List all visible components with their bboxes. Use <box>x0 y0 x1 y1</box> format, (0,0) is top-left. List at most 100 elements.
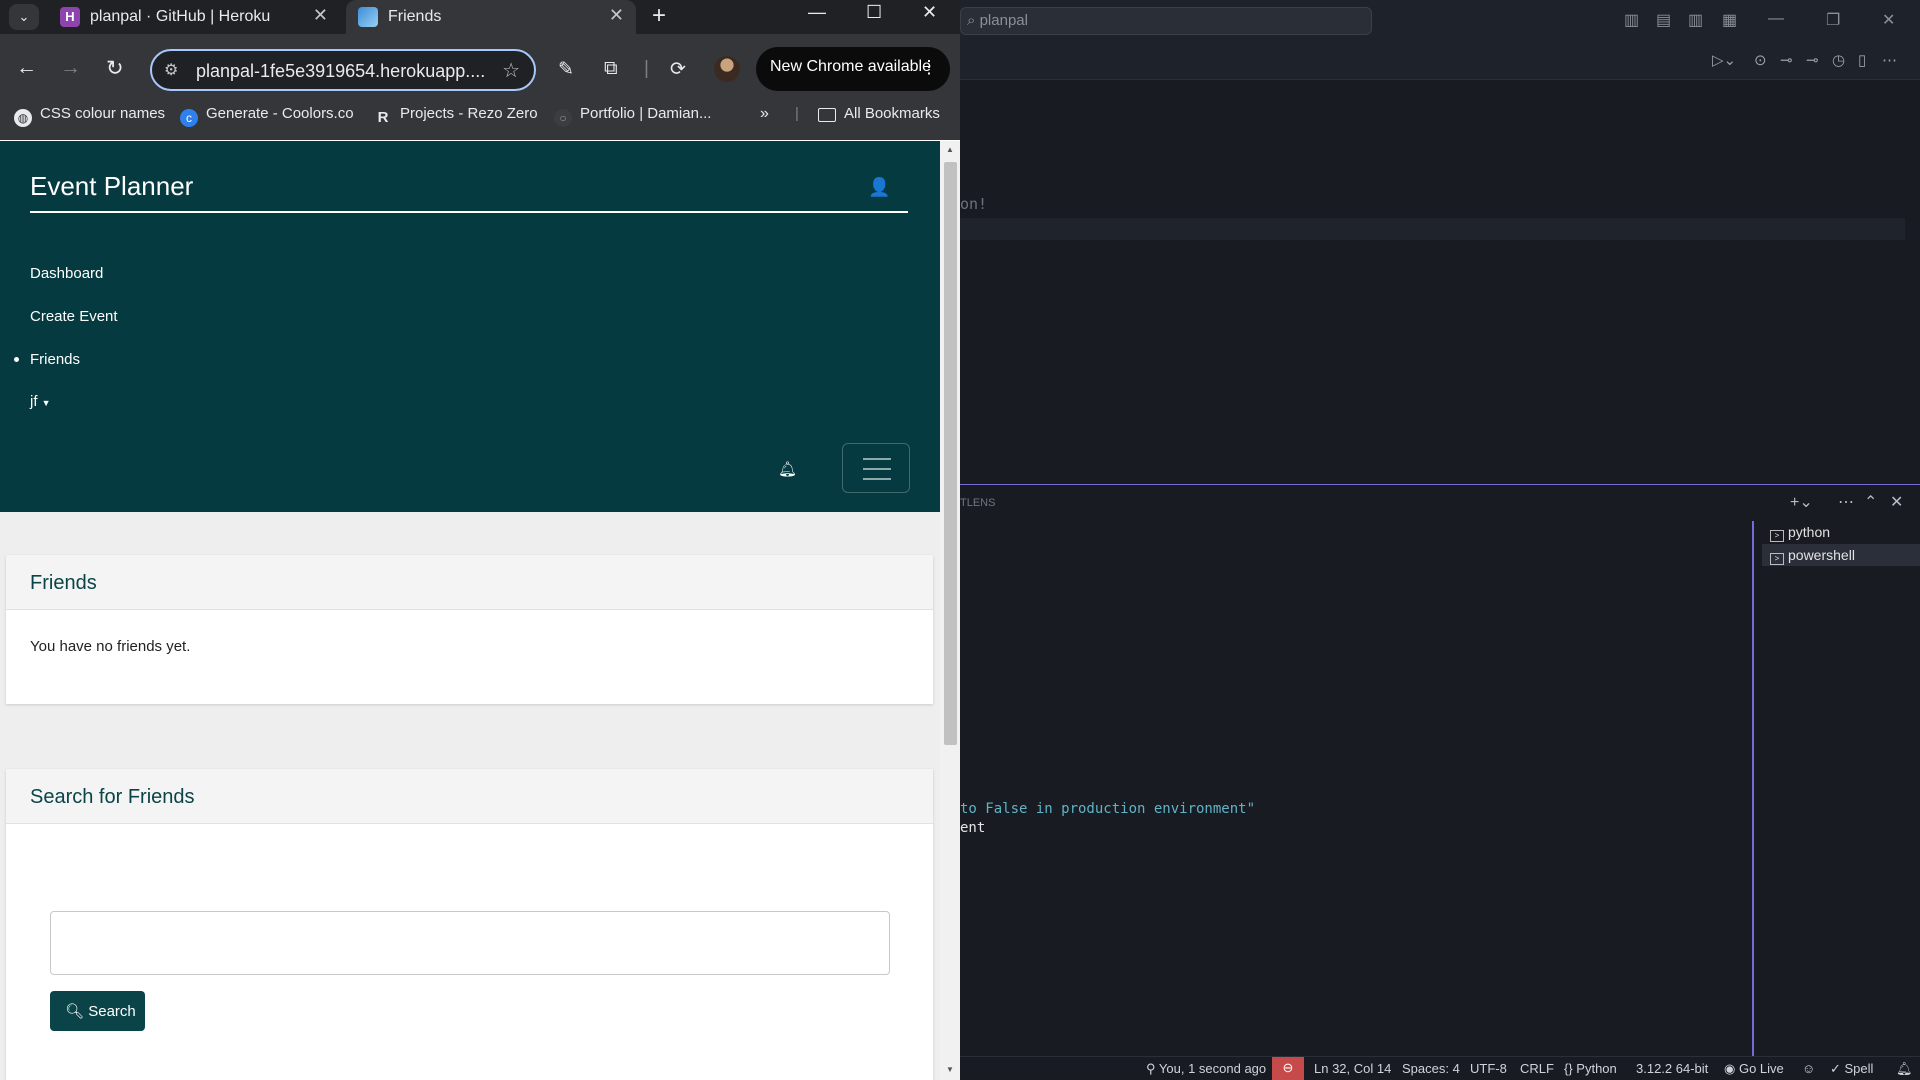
user-settings-icon[interactable]: 👤 <box>868 177 890 198</box>
bell-icon[interactable]: 🔔︎ <box>778 460 797 478</box>
active-bullet <box>14 357 19 362</box>
search-icon: ⌕ <box>967 12 976 29</box>
interpreter-status[interactable]: 3.12.2 64-bit <box>1636 1061 1708 1076</box>
notifications-icon[interactable]: 🔔︎ <box>1896 1061 1913 1077</box>
restore-icon[interactable]: ❐ <box>1826 10 1840 30</box>
maximize-icon[interactable]: ☐ <box>866 2 882 23</box>
address-bar[interactable]: ⚙ planpal-1fe5e3919654.herokuapp.... ☆ <box>150 49 536 91</box>
minimize-icon[interactable]: — <box>808 2 826 23</box>
eyedropper-icon[interactable]: ✎ <box>558 58 574 81</box>
bookmark-portfolio[interactable]: ○ Portfolio | Damian... <box>554 105 711 127</box>
go-live-status[interactable]: ◉ Go Live <box>1724 1061 1784 1077</box>
nav-user-dropdown[interactable]: jf ▼ <box>30 393 51 410</box>
terminal-item-python[interactable]: > python <box>1762 521 1920 543</box>
bookmark-star-icon[interactable]: ☆ <box>502 58 520 83</box>
minimize-icon[interactable]: — <box>1768 10 1784 28</box>
more-actions-icon[interactable]: ⋯ <box>1882 51 1897 69</box>
language-label: Python <box>1576 1061 1617 1076</box>
friend-search-input[interactable] <box>50 911 890 975</box>
page-scrollbar[interactable]: ▲ ▼ <box>940 141 960 1080</box>
heroku-icon: H <box>60 7 80 27</box>
more-bookmarks-icon[interactable]: » <box>760 105 769 123</box>
nav-dashboard[interactable]: Dashboard <box>30 265 103 282</box>
toggle-panel-icon[interactable]: ▤ <box>1656 10 1671 30</box>
friends-card: Friends You have no friends yet. <box>6 555 933 704</box>
terminal-name: python <box>1788 524 1831 540</box>
update-chrome-button[interactable]: New Chrome available ⋮ <box>756 47 950 91</box>
all-bookmarks-button[interactable]: All Bookmarks <box>818 105 940 122</box>
scroll-down-arrow[interactable]: ▼ <box>946 1065 954 1074</box>
search-button[interactable]: 🔍︎ Search <box>50 991 145 1031</box>
panel-divider[interactable] <box>960 484 1920 485</box>
close-icon[interactable]: ✕ <box>1882 10 1895 30</box>
friends-empty-message: You have no friends yet. <box>30 638 191 655</box>
site-info-icon[interactable]: ⚙ <box>164 60 178 80</box>
more-menu-icon[interactable]: ⋮ <box>920 57 938 78</box>
split-editor-icon[interactable]: ▯ <box>1858 51 1866 69</box>
new-terminal-icon[interactable]: +⌄ <box>1790 492 1813 512</box>
reload-icon[interactable]: ↻ <box>106 56 124 81</box>
bookmark-coolors[interactable]: c Generate - Coolors.co <box>180 105 354 127</box>
toggle-sidebar-icon[interactable]: ▥ <box>1624 10 1639 30</box>
nav-friends[interactable]: Friends <box>14 351 80 368</box>
scrollbar-thumb[interactable] <box>944 162 957 745</box>
scroll-up-arrow[interactable]: ▲ <box>946 145 954 154</box>
tab-search-button[interactable]: ⌄ <box>9 4 39 30</box>
close-panel-icon[interactable]: ✕ <box>1890 492 1903 512</box>
panel-tab-label[interactable]: TLENS <box>960 497 995 509</box>
toggle-secondary-sidebar-icon[interactable]: ▥ <box>1688 10 1703 30</box>
go-live-label: Go Live <box>1738 1061 1784 1076</box>
spell-status[interactable]: ✓ Spell <box>1830 1061 1873 1077</box>
copilot-icon[interactable]: ☺ <box>1802 1061 1815 1076</box>
git-previous-icon[interactable]: ⊸ <box>1780 51 1793 69</box>
eol-status[interactable]: CRLF <box>1520 1061 1554 1076</box>
encoding-status[interactable]: UTF-8 <box>1470 1061 1507 1076</box>
close-window-icon[interactable]: ✕ <box>922 2 937 23</box>
command-center-search[interactable]: ⌕ planpal <box>960 7 1372 35</box>
profile-avatar[interactable] <box>714 56 740 82</box>
zoom-out-icon[interactable]: ⊖ <box>1272 1057 1304 1080</box>
customize-layout-icon[interactable]: ▦ <box>1722 10 1737 30</box>
tab-heroku[interactable]: H planpal · GitHub | Heroku ✕ <box>48 0 340 34</box>
navbar-toggler-button[interactable] <box>842 443 910 493</box>
caret-down-icon: ▼ <box>41 398 51 408</box>
git-blame-status[interactable]: ⚲ You, 1 second ago <box>1146 1061 1266 1077</box>
bookmark-rezo-zero[interactable]: R Projects - Rezo Zero <box>374 105 538 127</box>
nav-create-event[interactable]: Create Event <box>30 308 118 325</box>
git-blame-text: You, 1 second ago <box>1158 1061 1267 1076</box>
cursor-position[interactable]: Ln 32, Col 14 <box>1314 1061 1391 1076</box>
toolbar-divider: | <box>644 58 649 79</box>
language-status[interactable]: {} Python <box>1564 1061 1617 1076</box>
hamburger-line <box>863 468 891 470</box>
site-brand[interactable]: Event Planner <box>30 171 193 202</box>
bookmark-css-colour-names[interactable]: ◍ CSS colour names <box>14 105 165 127</box>
run-icon[interactable]: ▷⌄ <box>1712 51 1736 69</box>
new-tab-button[interactable]: + <box>652 2 666 30</box>
git-compare-icon[interactable]: ⊙ <box>1754 51 1767 69</box>
sync-icon[interactable]: ⟳ <box>670 58 686 81</box>
forward-icon[interactable]: → <box>60 56 81 80</box>
git-next-icon[interactable]: ⊸ <box>1806 51 1819 69</box>
close-tab-icon[interactable]: ✕ <box>313 5 328 26</box>
terminal-list-divider[interactable] <box>1752 521 1754 1056</box>
rezo-icon: R <box>377 109 389 126</box>
update-label: New Chrome available <box>770 58 931 75</box>
terminal-icon: > <box>1770 530 1784 542</box>
bookmarks-bar: ◍ CSS colour names c Generate - Coolors.co… <box>0 99 960 133</box>
current-line-highlight <box>960 218 1905 240</box>
extensions-icon[interactable]: ⧉ <box>604 58 618 80</box>
tab-friends[interactable]: Friends ✕ <box>346 0 636 34</box>
maximize-panel-icon[interactable]: ⌃ <box>1864 492 1877 512</box>
bookmark-label: Projects - Rezo Zero <box>400 105 538 122</box>
workspace-name: planpal <box>979 12 1028 29</box>
editor-code-fragment: on! <box>960 195 988 213</box>
timeline-icon[interactable]: ◷ <box>1832 51 1845 69</box>
close-tab-icon[interactable]: ✕ <box>609 5 624 26</box>
terminal-item-powershell[interactable]: > powershell <box>1762 544 1920 566</box>
tab-title: Friends <box>388 8 442 25</box>
friends-title: Friends <box>6 555 933 610</box>
back-icon[interactable]: ← <box>16 56 37 80</box>
panel-more-icon[interactable]: ⋯ <box>1838 492 1854 512</box>
indentation-status[interactable]: Spaces: 4 <box>1402 1061 1460 1076</box>
site-icon <box>358 7 378 27</box>
